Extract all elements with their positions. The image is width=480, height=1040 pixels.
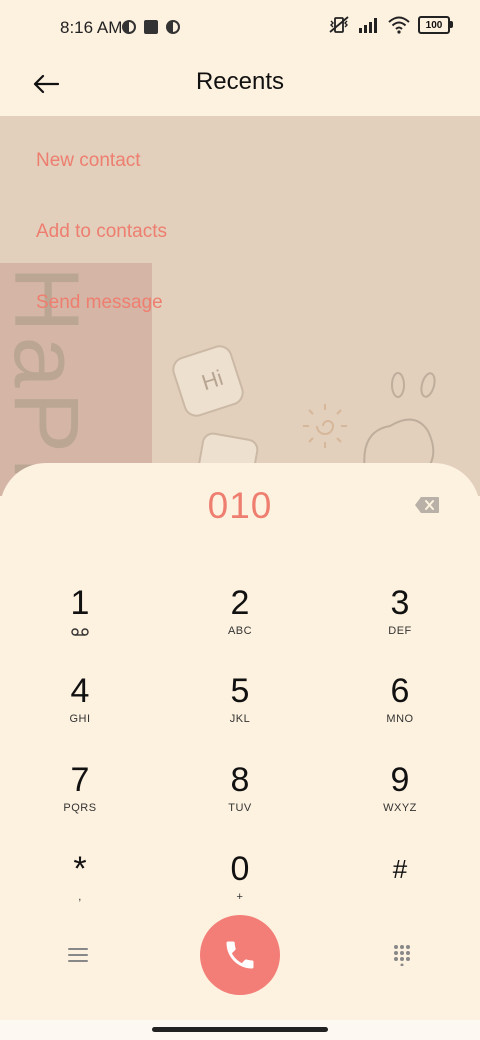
key-digit: 9	[390, 761, 410, 799]
key-digit: 1	[70, 584, 90, 622]
top-app-bar: Recents	[0, 56, 480, 116]
key-7[interactable]: 7 PQRS	[20, 760, 140, 836]
dialer-sheet: 010 1 2 ABC 3 DEF 4 GHI 5 JKL 6 MNO 7 PQ…	[0, 463, 480, 1020]
key-digit: 5	[230, 672, 250, 710]
key-letters: TUV	[228, 802, 252, 814]
new-contact-link[interactable]: New contact	[36, 150, 141, 172]
signal-icon	[359, 18, 377, 33]
dialed-number: 010	[207, 485, 273, 526]
home-indicator[interactable]	[152, 1027, 328, 1032]
vibrate-off-icon	[329, 16, 349, 33]
key-digit: *	[73, 850, 87, 888]
key-2[interactable]: 2 ABC	[180, 583, 300, 659]
status-time: 8:16 AM	[60, 18, 123, 37]
key-letters: WXYZ	[383, 802, 417, 814]
add-to-contacts-link[interactable]: Add to contacts	[36, 221, 167, 243]
key-letters: DEF	[388, 625, 412, 637]
app-notification-icon	[122, 20, 136, 34]
key-4[interactable]: 4 GHI	[20, 671, 140, 747]
voicemail-icon	[71, 628, 89, 636]
square-notification-icon	[144, 20, 158, 34]
key-letters: MNO	[386, 713, 414, 725]
wifi-icon	[388, 16, 410, 34]
call-button[interactable]	[200, 915, 280, 995]
key-letters: PQRS	[63, 802, 97, 814]
key-6[interactable]: 6 MNO	[340, 671, 460, 747]
keypad-icon	[394, 945, 410, 966]
key-5[interactable]: 5 JKL	[180, 671, 300, 747]
key-digit: 7	[70, 761, 90, 799]
key-hash[interactable]: #	[340, 849, 460, 925]
key-digit: 6	[390, 672, 410, 710]
key-letters: +	[236, 891, 244, 903]
keypad-toggle-button[interactable]	[382, 935, 422, 975]
sun-doodle	[303, 404, 347, 448]
battery-icon: 100	[418, 16, 453, 34]
send-message-link[interactable]: Send message	[36, 292, 163, 314]
menu-button[interactable]	[58, 935, 98, 975]
wallpaper-doodle: Hi	[172, 345, 259, 481]
key-digit: #	[392, 854, 408, 884]
key-digit: 8	[230, 761, 250, 799]
status-bar: 8:16 AM 100	[0, 0, 480, 56]
key-9[interactable]: 9 WXYZ	[340, 760, 460, 836]
status-icons: 100	[328, 16, 453, 34]
battery-level: 100	[425, 19, 443, 31]
key-1[interactable]: 1	[20, 583, 140, 659]
key-letters: JKL	[229, 713, 251, 725]
app-notification-icon	[166, 20, 180, 34]
key-digit: 3	[390, 584, 410, 622]
key-star[interactable]: * ,	[20, 849, 140, 925]
navigation-bar	[0, 1020, 480, 1040]
key-3[interactable]: 3 DEF	[340, 583, 460, 659]
key-8[interactable]: 8 TUV	[180, 760, 300, 836]
key-letters: ABC	[227, 625, 253, 637]
wallpaper-background: HaPP Hi New contact Add to contacts Send…	[0, 116, 480, 496]
key-digit: 2	[230, 584, 250, 622]
key-letters: GHI	[69, 713, 91, 725]
key-digit: 4	[70, 672, 90, 710]
key-0[interactable]: 0 +	[180, 849, 300, 925]
key-digit: 0	[230, 850, 250, 888]
key-letters: ,	[78, 891, 82, 903]
page-title: Recents	[195, 68, 285, 95]
menu-icon	[68, 948, 88, 962]
backspace-icon[interactable]	[414, 496, 440, 514]
phone-icon	[226, 941, 254, 969]
